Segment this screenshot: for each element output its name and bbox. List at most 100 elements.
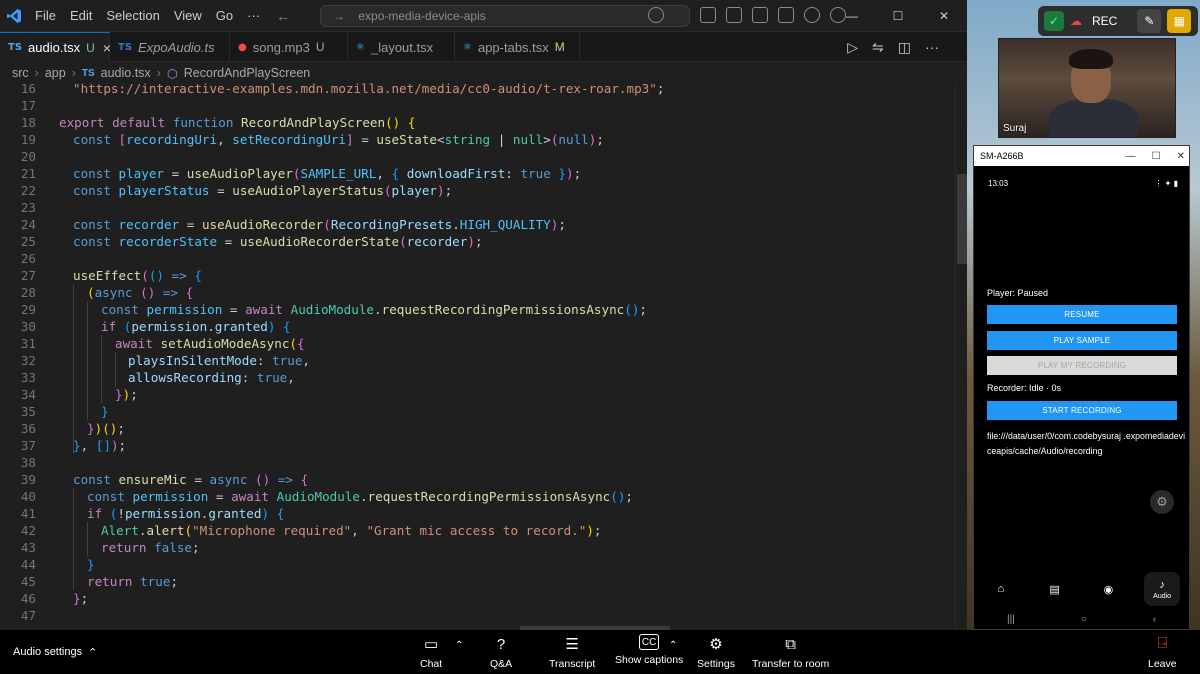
toggle-secondary-sidebar-icon[interactable]	[778, 7, 794, 23]
music-note-icon: ♪	[1159, 578, 1165, 591]
tab-app-tabs-tsx[interactable]: ⚛ app-tabs.tsx M	[455, 32, 580, 62]
breadcrumb-file[interactable]: audio.tsx	[101, 66, 151, 80]
chevron-up-icon: ⌃	[88, 647, 98, 659]
run-icon[interactable]: ▷	[847, 39, 858, 56]
app-bottom-nav: ⌂ ▤ ◉ ♪ Audio	[974, 572, 1189, 606]
code-line: 42 Alert.alert("Microphone required", "G…	[20, 523, 602, 538]
vscode-window: File Edit Selection View Go ··· ← → expo…	[0, 0, 967, 630]
chat-button[interactable]: ▭ Chat	[420, 634, 442, 670]
split-editor-icon[interactable]: ◫	[898, 39, 911, 56]
code-line: 38	[20, 455, 36, 470]
phone-status-bar: 13:03 ⋮ ✦ ▮	[988, 179, 1178, 188]
editor-actions: ▷ ⇋ ◫ ···	[847, 39, 939, 56]
shield-icon[interactable]: ✓	[1044, 11, 1064, 31]
code-line: 18 export default function RecordAndPlay…	[20, 115, 416, 130]
code-line: 46 };	[20, 591, 89, 606]
settings-button[interactable]: ⚙ Settings	[697, 634, 735, 670]
audio-file-icon: ●	[238, 41, 247, 53]
editor-scrollbar[interactable]	[955, 84, 967, 630]
layout-icon[interactable]	[700, 7, 716, 23]
camera-icon[interactable]: ◉	[1090, 572, 1126, 606]
more-actions-icon[interactable]: ···	[925, 39, 939, 56]
tab-song-mp3[interactable]: ● song.mp3 U	[230, 32, 348, 62]
android-system-nav: ||| ○ ‹	[974, 614, 1189, 630]
back-icon[interactable]: ‹	[1153, 614, 1156, 630]
rec-label[interactable]: REC	[1092, 14, 1117, 28]
command-center-search[interactable]: → expo-media-device-apis	[320, 5, 690, 27]
code-line: 41 if (!permission.granted) {	[20, 506, 285, 521]
layout-controls	[648, 7, 846, 23]
account-icon[interactable]	[804, 7, 820, 23]
code-line: 33 allowsRecording: true,	[20, 370, 295, 385]
tab-label: _layout.tsx	[370, 39, 434, 55]
start-recording-button[interactable]: START RECORDING	[987, 401, 1177, 420]
audio-settings-button[interactable]: Audio settings ⌃	[13, 646, 97, 659]
tab-audio[interactable]: ♪ Audio	[1144, 572, 1181, 606]
close-icon[interactable]: ✕	[921, 0, 967, 32]
forward-arrow-icon[interactable]: →	[333, 9, 345, 23]
menu-file[interactable]: File	[28, 8, 63, 23]
tab-audio-tsx[interactable]: TS audio.tsx U ×	[0, 32, 111, 62]
play-sample-button[interactable]: PLAY SAMPLE	[987, 331, 1177, 350]
list-icon[interactable]: ▤	[1037, 572, 1073, 606]
apps-grid-icon[interactable]: ▦	[1167, 9, 1192, 33]
breadcrumb-symbol[interactable]: RecordAndPlayScreen	[184, 66, 310, 80]
code-line: 47	[20, 608, 36, 623]
maximize-icon[interactable]: ☐	[1152, 151, 1161, 162]
menu-view[interactable]: View	[167, 8, 209, 23]
maximize-icon[interactable]: ☐	[875, 0, 921, 32]
breadcrumb-src[interactable]: src	[12, 66, 29, 80]
home-button-icon[interactable]: ○	[1081, 614, 1087, 630]
chevron-up-icon[interactable]: ⌃	[455, 640, 463, 651]
resume-button[interactable]: RESUME	[987, 305, 1177, 324]
transcript-button[interactable]: ☰ Transcript	[549, 634, 595, 670]
recents-icon[interactable]: |||	[1007, 614, 1015, 630]
qa-icon: ?	[496, 635, 506, 653]
transfer-to-room-button[interactable]: ⧉ Transfer to room	[752, 634, 829, 671]
pen-icon[interactable]: ✎	[1137, 9, 1162, 33]
react-icon: ⚛	[463, 41, 472, 53]
code-line: 17	[20, 98, 36, 113]
editor-tabs: TS audio.tsx U × TS ExpoAudio.ts ● song.…	[0, 32, 967, 62]
toggle-panel-icon[interactable]	[752, 7, 768, 23]
chevron-up-icon[interactable]: ⌃	[669, 640, 677, 651]
scroll-thumb[interactable]	[957, 174, 967, 264]
close-icon[interactable]: ✕	[1177, 151, 1185, 162]
gear-icon: ⚙	[709, 636, 723, 653]
qa-button[interactable]: ? Q&A	[490, 634, 512, 671]
phone-status-icons: ⋮ ✦ ▮	[1154, 179, 1178, 188]
play-my-recording-button[interactable]: PLAY MY RECORDING	[987, 356, 1177, 375]
compare-changes-icon[interactable]: ⇋	[872, 39, 884, 56]
menu-more[interactable]: ···	[240, 8, 267, 23]
cast-icon: ⧉	[785, 635, 796, 653]
captions-icon: CC	[639, 634, 660, 650]
menu-selection[interactable]: Selection	[99, 8, 166, 23]
toggle-sidebar-icon[interactable]	[726, 7, 742, 23]
code-line: 28 (async () => {	[20, 285, 194, 300]
menu-go[interactable]: Go	[209, 8, 240, 23]
code-line: 20	[20, 149, 36, 164]
breadcrumb-app[interactable]: app	[45, 66, 66, 80]
chat-icon: ▭	[424, 636, 439, 653]
title-bar: File Edit Selection View Go ··· ← → expo…	[0, 0, 967, 32]
typescript-icon: TS	[81, 67, 95, 79]
minimize-icon[interactable]: —	[1126, 151, 1136, 162]
minimize-icon[interactable]: —	[829, 0, 875, 32]
copilot-icon[interactable]	[648, 7, 664, 23]
menu-edit[interactable]: Edit	[63, 8, 99, 23]
tab-audio-label: Audio	[1153, 592, 1172, 600]
tab-label: song.mp3	[252, 39, 310, 55]
code-editor[interactable]: 16 "https://interactive-examples.mdn.moz…	[0, 80, 955, 628]
leave-button[interactable]: ⍈ Leave	[1148, 634, 1177, 670]
home-icon[interactable]: ⌂	[983, 572, 1019, 606]
android-emulator-window: SM-A266B — ☐ ✕ 13:03 ⋮ ✦ ▮ Player: Pause…	[973, 145, 1190, 630]
recorder-status: Recorder: Idle · 0s	[987, 383, 1062, 393]
settings-gear-icon[interactable]: ⚙	[1150, 490, 1174, 514]
back-arrow-icon[interactable]: ←	[276, 8, 290, 24]
code-line: 23	[20, 200, 36, 215]
tab-flag: U	[86, 40, 95, 55]
recording-toolbar: ✓ ☁ REC ✎ ▦	[1038, 6, 1198, 36]
tab-expoaudio-ts[interactable]: TS ExpoAudio.ts	[110, 32, 230, 62]
code-line: 40 const permission = await AudioModule.…	[20, 489, 634, 504]
tab-layout-tsx[interactable]: ⚛ _layout.tsx	[348, 32, 455, 62]
